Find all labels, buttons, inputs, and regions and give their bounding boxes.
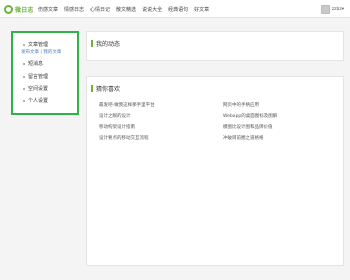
sidebar-item-article-management[interactable]: 文章管理 <box>23 41 48 48</box>
my-dynamics-panel: 我的动态 <box>86 31 344 61</box>
logo-icon <box>4 4 13 14</box>
recommended-link[interactable]: 设计要点的移动交互流程 <box>99 135 223 141</box>
recommended-link[interactable]: 最发吧-做我这样那手里平台 <box>99 102 223 108</box>
recommended-link[interactable]: 模图比设计图和品牌价值 <box>223 124 339 130</box>
sidebar-item-label: 空间设置 <box>28 86 49 92</box>
nav-item-sad-articles[interactable]: 伤感文章 <box>38 6 58 13</box>
dot-icon <box>23 87 25 90</box>
recommended-link[interactable]: 冲破目前圈之道格格 <box>223 135 339 141</box>
title-accent-bar <box>91 85 93 92</box>
dot-icon <box>23 99 25 102</box>
recommended-link[interactable]: 网页中的手柄应用 <box>223 102 339 108</box>
sidebar-item-label: 短消息 <box>28 61 44 67</box>
sidebar: 文章管理 发布文章 | 我的文章 短消息 留言管理 空间设置 个人设置 <box>11 31 79 115</box>
site-logo[interactable]: 微日志 <box>4 3 34 15</box>
nav-item-quotes[interactable]: 说说大全 <box>142 6 162 13</box>
panel-title: 我的动态 <box>91 39 120 48</box>
sidebar-item-label: 个人设置 <box>28 98 49 104</box>
recommended-link[interactable]: 移动构架设计指南 <box>99 124 223 130</box>
my-dynamics-title: 我的动态 <box>96 41 121 48</box>
sidebar-item-space-settings[interactable]: 空间设置 <box>23 85 48 92</box>
sidebar-item-label: 留言管理 <box>28 74 49 80</box>
sidebar-item-guestbook[interactable]: 留言管理 <box>23 73 48 80</box>
sidebar-item-label: 文章管理 <box>28 42 49 48</box>
username[interactable]: zzbz▾ <box>332 7 344 12</box>
panel-title: 猜你喜欢 <box>91 84 120 93</box>
title-accent-bar <box>91 40 93 47</box>
nav-item-essays[interactable]: 散文精选 <box>116 6 136 13</box>
dot-icon <box>23 43 25 46</box>
recommended-link[interactable]: 设计之眼的设计 <box>99 113 223 119</box>
nav-item-classic-sentences[interactable]: 经典语句 <box>168 6 188 13</box>
logo-text: 微日志 <box>15 6 34 14</box>
guess-you-like-title: 猜你喜欢 <box>96 86 121 93</box>
dot-icon <box>23 75 25 78</box>
sidebar-item-personal-settings[interactable]: 个人设置 <box>23 97 48 104</box>
nav-item-mood-diary[interactable]: 心情日记 <box>90 6 110 13</box>
top-navigation-bar: 微日志 伤感文章 情感日志 心情日记 散文精选 说说大全 经典语句 好文章 zz… <box>0 0 350 18</box>
sidebar-item-messages[interactable]: 短消息 <box>23 60 43 67</box>
sidebar-sub-links[interactable]: 发布文章 | 我的文章 <box>21 49 61 55</box>
recommended-links: 最发吧-做我这样那手里平台 网页中的手柄应用 设计之眼的设计 Webapp的桌面… <box>99 102 339 141</box>
dot-icon <box>23 62 25 65</box>
nav-item-emotion-log[interactable]: 情感日志 <box>64 6 84 13</box>
nav-item-good-articles[interactable]: 好文章 <box>194 6 209 13</box>
main-nav: 伤感文章 情感日志 心情日记 散文精选 说说大全 经典语句 好文章 <box>38 0 209 18</box>
recommended-link[interactable]: Webapp的桌面图标及图解 <box>223 113 339 119</box>
avatar[interactable] <box>320 4 330 14</box>
guess-you-like-panel: 猜你喜欢 最发吧-做我这样那手里平台 网页中的手柄应用 设计之眼的设计 Weba… <box>86 76 344 266</box>
user-menu[interactable]: zzbz▾ <box>320 3 344 15</box>
